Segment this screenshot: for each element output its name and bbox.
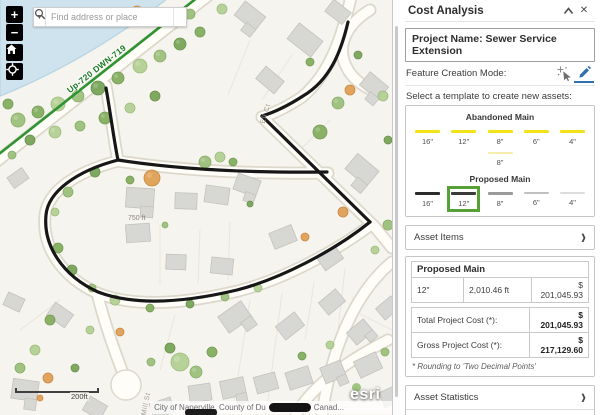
- group-title-proposed-valves: Proposed Valves: [409, 215, 591, 217]
- table-row: Gross Project Cost (*): $ 217,129.60: [412, 333, 589, 358]
- collapse-panel-button[interactable]: [560, 3, 576, 19]
- close-panel-button[interactable]: ✕: [576, 3, 592, 19]
- feature-creation-mode-row: Feature Creation Mode:: [405, 62, 595, 86]
- abandoned-main-row: 16" 12" 8" 6": [409, 124, 591, 150]
- template-abandoned-4[interactable]: 4": [556, 124, 589, 150]
- asset-cost-cell: $ 201,045.93: [532, 278, 589, 303]
- template-proposed-12-selected[interactable]: 12": [447, 186, 480, 212]
- scale-bar-label: 200ft: [70, 392, 89, 401]
- total-cost-label: Total Project Cost (*):: [412, 308, 530, 333]
- group-title-proposed-main: Proposed Main: [409, 174, 591, 184]
- table-row: Total Project Cost (*): $ 201,045.93: [412, 308, 589, 333]
- totals-table: Total Project Cost (*): $ 201,045.93 Gro…: [411, 307, 589, 358]
- cul-de-sac: [111, 370, 141, 400]
- pencil-icon: [577, 66, 591, 79]
- cost-table-group-header: Proposed Main: [412, 262, 589, 278]
- line-swatch: [415, 192, 440, 195]
- chevron-up-icon: [563, 7, 574, 15]
- cost-analysis-panel: Cost Analysis ✕ Project Name: Sewer Serv…: [392, 0, 600, 415]
- select-tool-button[interactable]: [554, 65, 574, 83]
- draw-tool-button[interactable]: [574, 65, 594, 83]
- line-swatch: [488, 192, 513, 195]
- lower-sections: Asset Statistics › Project Summary ›: [405, 385, 595, 415]
- template-abandoned-8-lateral[interactable]: 8": [484, 148, 517, 171]
- attribution-overlay: [269, 403, 311, 412]
- chevron-right-icon: ›: [581, 231, 586, 245]
- template-abandoned-8[interactable]: 8": [484, 124, 517, 150]
- cost-summary-card: Proposed Main 12" 2,010.46 ft $ 201,045.…: [405, 256, 595, 377]
- asset-size-cell: 12": [412, 278, 464, 303]
- line-swatch: [451, 192, 476, 195]
- basemap-graphics: [0, 0, 392, 415]
- chevron-right-icon: ›: [581, 391, 586, 405]
- attribution-text-right: Canad...: [314, 403, 344, 412]
- close-icon: ✕: [580, 5, 588, 16]
- map-canvas[interactable]: Up-720 DWN-719 Ell Ct Mill St 750 ft 200…: [0, 0, 392, 415]
- template-abandoned-6[interactable]: 6": [520, 124, 553, 150]
- home-icon: [6, 44, 17, 55]
- line-swatch: [524, 192, 549, 194]
- panel-header: Cost Analysis ✕: [405, 0, 595, 22]
- line-swatch: [488, 130, 513, 133]
- scale-bar: 200ft: [15, 388, 99, 396]
- magnifier-icon: [34, 8, 46, 20]
- line-swatch: [560, 130, 585, 133]
- esri-logo: esri: [350, 386, 380, 404]
- line-swatch: [488, 152, 513, 154]
- magic-wand-icon: [557, 66, 572, 81]
- group-title-abandoned-main: Abandoned Main: [409, 112, 591, 122]
- panel-scrollbar[interactable]: [393, 0, 400, 415]
- bottom-overlay: [185, 409, 217, 415]
- template-picker: Abandoned Main 16" 12" 8": [405, 105, 595, 217]
- template-proposed-4[interactable]: 4": [556, 186, 589, 212]
- template-proposed-6[interactable]: 6": [520, 186, 553, 212]
- asset-length-cell: 2,010.46 ft: [464, 278, 532, 303]
- locate-icon: [6, 63, 19, 76]
- home-button[interactable]: [6, 44, 23, 61]
- asset-statistics-header[interactable]: Asset Statistics ›: [406, 386, 594, 409]
- asset-cost-table: Proposed Main 12" 2,010.46 ft $ 201,045.…: [411, 261, 589, 303]
- proposed-main-row: 16" 12" 8" 6": [409, 186, 591, 212]
- gross-cost-value: $ 217,129.60: [530, 333, 589, 358]
- project-summary-header[interactable]: Project Summary ›: [406, 409, 594, 415]
- panel-title: Cost Analysis: [408, 5, 560, 17]
- rounding-footnote: * Rounding to 'Two Decimal Points': [412, 362, 588, 371]
- abandoned-main-row-2: 8": [409, 148, 591, 171]
- line-swatch: [451, 130, 476, 133]
- template-proposed-16[interactable]: 16": [411, 186, 444, 212]
- app-window: Up-720 DWN-719 Ell Ct Mill St 750 ft 200…: [0, 0, 600, 415]
- search-input[interactable]: [46, 8, 173, 26]
- search-button[interactable]: [173, 8, 186, 26]
- zoom-in-button[interactable]: +: [6, 6, 23, 23]
- zoom-out-button[interactable]: −: [6, 24, 23, 41]
- project-name-box: Project Name: Sewer Service Extension: [405, 28, 595, 62]
- asset-items-section: Asset Items ›: [405, 225, 595, 250]
- line-swatch: [415, 130, 440, 133]
- locate-button[interactable]: [6, 63, 23, 80]
- total-cost-value: $ 201,045.93: [530, 308, 589, 333]
- table-row: 12" 2,010.46 ft $ 201,045.93: [412, 278, 589, 303]
- template-abandoned-16[interactable]: 16": [411, 124, 444, 150]
- select-template-label: Select a template to create new assets:: [406, 91, 595, 102]
- gross-cost-label: Gross Project Cost (*):: [412, 333, 530, 358]
- asset-items-header[interactable]: Asset Items ›: [406, 226, 594, 249]
- feature-creation-mode-label: Feature Creation Mode:: [406, 68, 554, 79]
- line-swatch: [524, 130, 549, 133]
- template-abandoned-12[interactable]: 12": [447, 124, 480, 150]
- template-proposed-8[interactable]: 8": [484, 186, 517, 212]
- line-swatch: [560, 192, 585, 194]
- search-box: ▼: [33, 7, 187, 27]
- panel-scrollbar-thumb[interactable]: [395, 26, 398, 397]
